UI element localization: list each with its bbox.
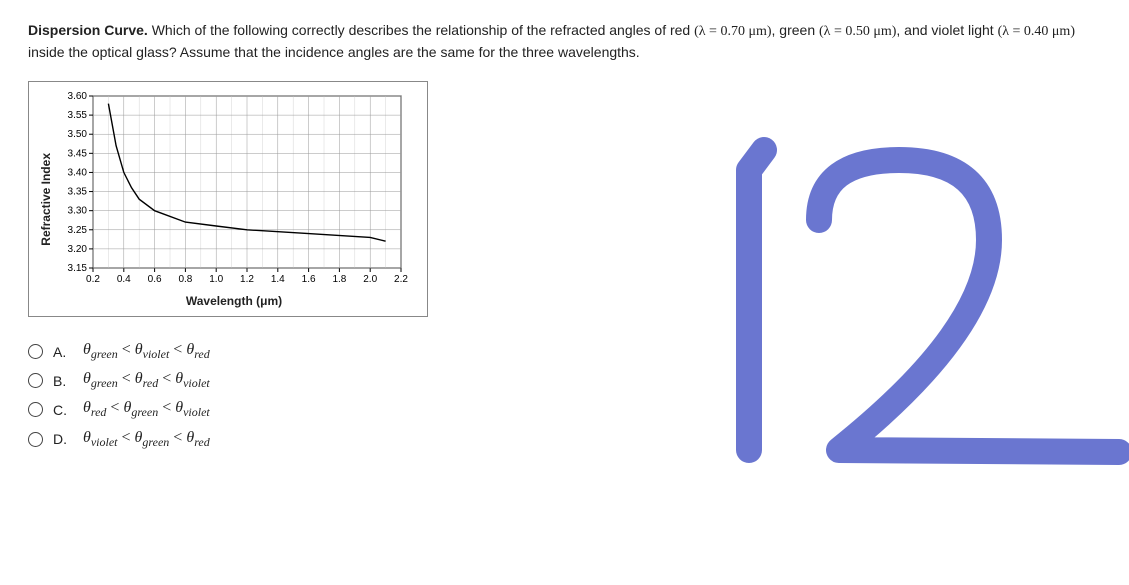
svg-text:3.60: 3.60 (68, 91, 88, 102)
q-violet-eq: (λ = 0.40 μm) (998, 24, 1075, 39)
y-axis-label: Refractive Index (39, 153, 53, 246)
svg-text:2.2: 2.2 (394, 274, 408, 285)
radio-icon[interactable] (28, 344, 43, 359)
svg-text:3.35: 3.35 (68, 187, 88, 198)
option-d-text: θviolet < θgreen < θred (83, 429, 210, 450)
svg-text:2.0: 2.0 (363, 274, 377, 285)
question-title: Dispersion Curve. (28, 22, 148, 38)
q-red-eq: (λ = 0.70 μm) (694, 24, 771, 39)
option-letter: A. (53, 344, 73, 360)
svg-text:3.55: 3.55 (68, 110, 88, 121)
q-green-eq: (λ = 0.50 μm) (819, 24, 896, 39)
chart-svg: 0.2 0.4 0.6 0.8 1.0 1.2 1.4 1.6 1.8 2.0 2.2 3.15 3.2… (59, 90, 409, 290)
q-sep2: , and violet light (896, 22, 997, 38)
option-letter: B. (53, 373, 73, 389)
option-b[interactable]: B. θgreen < θred < θviolet (28, 370, 1101, 391)
option-c[interactable]: C. θred < θgreen < θviolet (28, 399, 1101, 420)
option-a-text: θgreen < θviolet < θred (83, 341, 210, 362)
svg-text:1.8: 1.8 (332, 274, 346, 285)
q-sep1: , green (772, 22, 819, 38)
option-a[interactable]: A. θgreen < θviolet < θred (28, 341, 1101, 362)
svg-text:3.30: 3.30 (68, 206, 88, 217)
svg-text:3.15: 3.15 (68, 263, 88, 274)
svg-text:3.45: 3.45 (68, 148, 88, 159)
q-body-1: Which of the following correctly describ… (148, 22, 694, 38)
svg-text:3.40: 3.40 (68, 167, 88, 178)
q-body-2: inside the optical glass? Assume that th… (28, 44, 640, 60)
svg-text:0.2: 0.2 (86, 274, 100, 285)
radio-icon[interactable] (28, 373, 43, 388)
option-b-text: θgreen < θred < θviolet (83, 370, 210, 391)
svg-text:1.0: 1.0 (209, 274, 223, 285)
svg-text:0.4: 0.4 (117, 274, 131, 285)
x-axis-label: Wavelength (μm) (186, 294, 282, 308)
svg-text:0.6: 0.6 (148, 274, 162, 285)
question-text: Dispersion Curve. Which of the following… (28, 20, 1101, 63)
option-letter: D. (53, 431, 73, 447)
option-c-text: θred < θgreen < θviolet (83, 399, 210, 420)
option-d[interactable]: D. θviolet < θgreen < θred (28, 429, 1101, 450)
svg-text:0.8: 0.8 (178, 274, 192, 285)
radio-icon[interactable] (28, 432, 43, 447)
svg-text:1.4: 1.4 (271, 274, 285, 285)
svg-text:1.6: 1.6 (302, 274, 316, 285)
svg-text:3.25: 3.25 (68, 225, 88, 236)
radio-icon[interactable] (28, 402, 43, 417)
svg-text:3.20: 3.20 (68, 244, 88, 255)
option-letter: C. (53, 402, 73, 418)
svg-text:1.2: 1.2 (240, 274, 254, 285)
dispersion-chart: Refractive Index 0.2 0.4 0.6 0.8 1.0 1.2 1.4 1.… (28, 81, 428, 317)
svg-text:3.50: 3.50 (68, 129, 88, 140)
options-group: A. θgreen < θviolet < θred B. θgreen < θ… (28, 341, 1101, 450)
